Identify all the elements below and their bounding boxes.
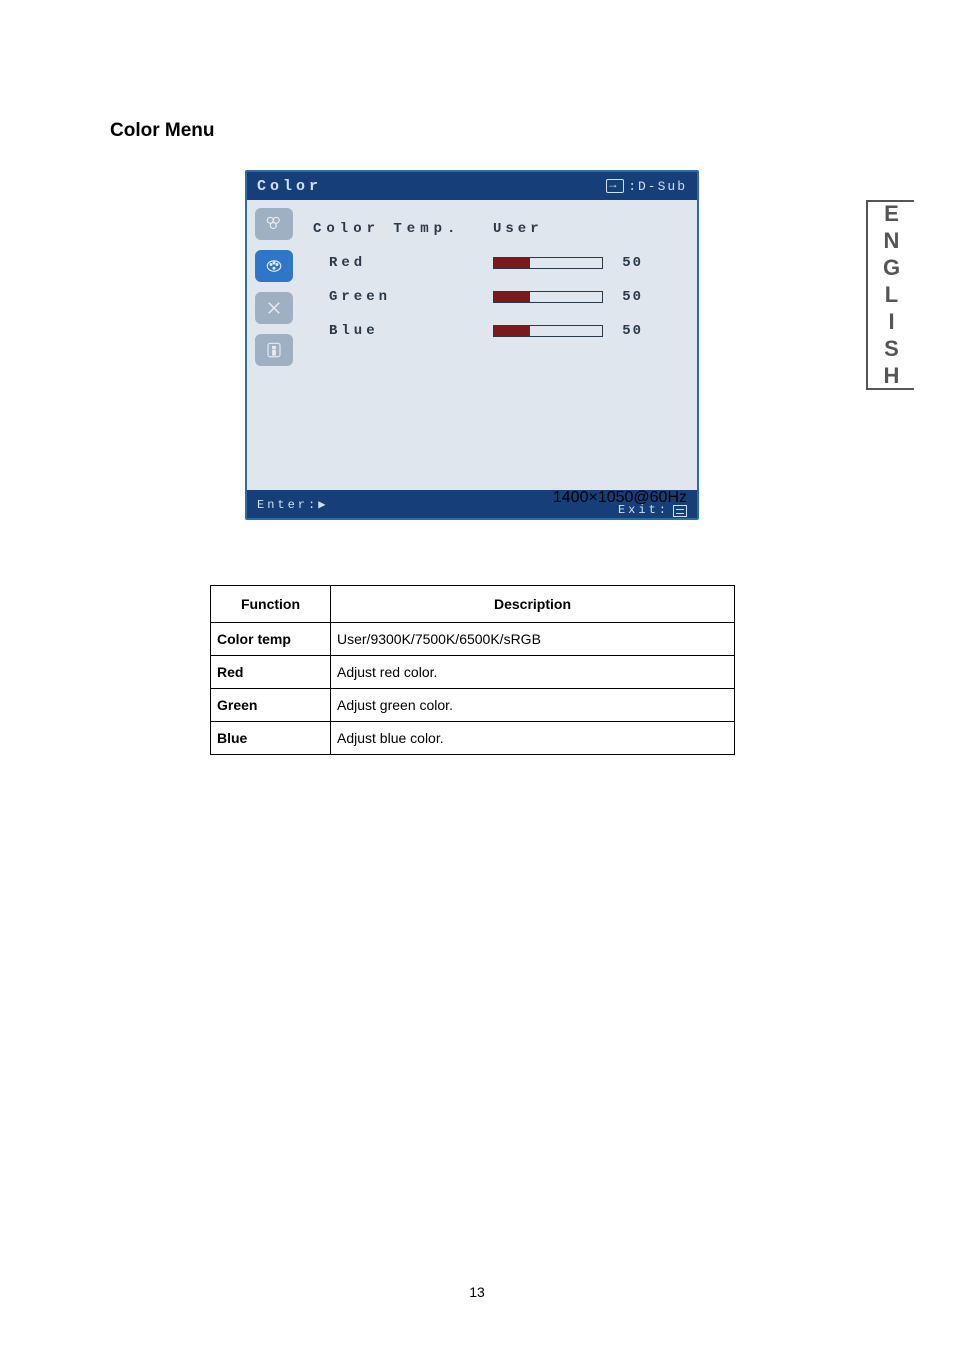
osd-body: Color Temp. User Red 50 Green 50 [247,200,697,490]
osd-source: :D-Sub [606,179,687,194]
td-func: Green [211,689,331,722]
slider-blue[interactable]: 50 [493,323,643,339]
osd-label: Color Temp. [313,221,493,237]
osd-row-color-temp[interactable]: Color Temp. User [313,212,681,246]
osd-title: Color [257,178,322,195]
slider-track [493,325,603,337]
td-func: Color temp [211,623,331,656]
osd-sidebar [247,200,307,490]
th-description: Description [331,586,735,623]
page-number: 13 [0,1284,954,1300]
osd-panel: Color :D-Sub [245,170,699,520]
palette-icon[interactable] [255,208,293,240]
language-tab: ENGLISH [866,200,914,390]
slider-value: 50 [615,289,643,305]
th-function: Function [211,586,331,623]
table-row: Color temp User/9300K/7500K/6500K/sRGB [211,623,735,656]
osd-row-green[interactable]: Green 50 [313,280,681,314]
osd-row-red[interactable]: Red 50 [313,246,681,280]
slider-fill [494,292,530,302]
table-row: Green Adjust green color. [211,689,735,722]
osd-list: Color Temp. User Red 50 Green 50 [307,200,697,490]
osd-label: Red [313,255,493,271]
slider-fill [494,258,530,268]
menu-icon [673,505,687,517]
osd-enter-hint: Enter:▶ [257,497,328,512]
slider-track [493,257,603,269]
slider-value: 50 [615,323,643,339]
td-func: Blue [211,722,331,755]
td-desc: User/9300K/7500K/6500K/sRGB [331,623,735,656]
osd-row-blue[interactable]: Blue 50 [313,314,681,348]
osd-footer: Enter:▶ 1400×1050@60Hz Exit: [247,490,697,518]
slider-value: 50 [615,255,643,271]
table-row: Red Adjust red color. [211,656,735,689]
description-table: Function Description Color temp User/930… [210,585,735,755]
osd-exit-label: Exit: [618,504,669,517]
osd-source-label: :D-Sub [628,179,687,194]
osd-value: User [493,221,543,237]
td-desc: Adjust green color. [331,689,735,722]
tools-icon[interactable] [255,292,293,324]
slider-red[interactable]: 50 [493,255,643,271]
language-tab-label: ENGLISH [878,201,904,390]
osd-exit-hint: Exit: [618,504,687,517]
input-source-icon [606,179,624,193]
osd-label: Green [313,289,493,305]
osd-header: Color :D-Sub [247,172,697,200]
slider-green[interactable]: 50 [493,289,643,305]
section-heading: Color Menu [110,120,215,142]
td-func: Red [211,656,331,689]
table-header-row: Function Description [211,586,735,623]
color-icon[interactable] [255,250,293,282]
slider-track [493,291,603,303]
slider-fill [494,326,530,336]
osd-label: Blue [313,323,493,339]
td-desc: Adjust red color. [331,656,735,689]
info-icon[interactable] [255,334,293,366]
table-row: Blue Adjust blue color. [211,722,735,755]
td-desc: Adjust blue color. [331,722,735,755]
